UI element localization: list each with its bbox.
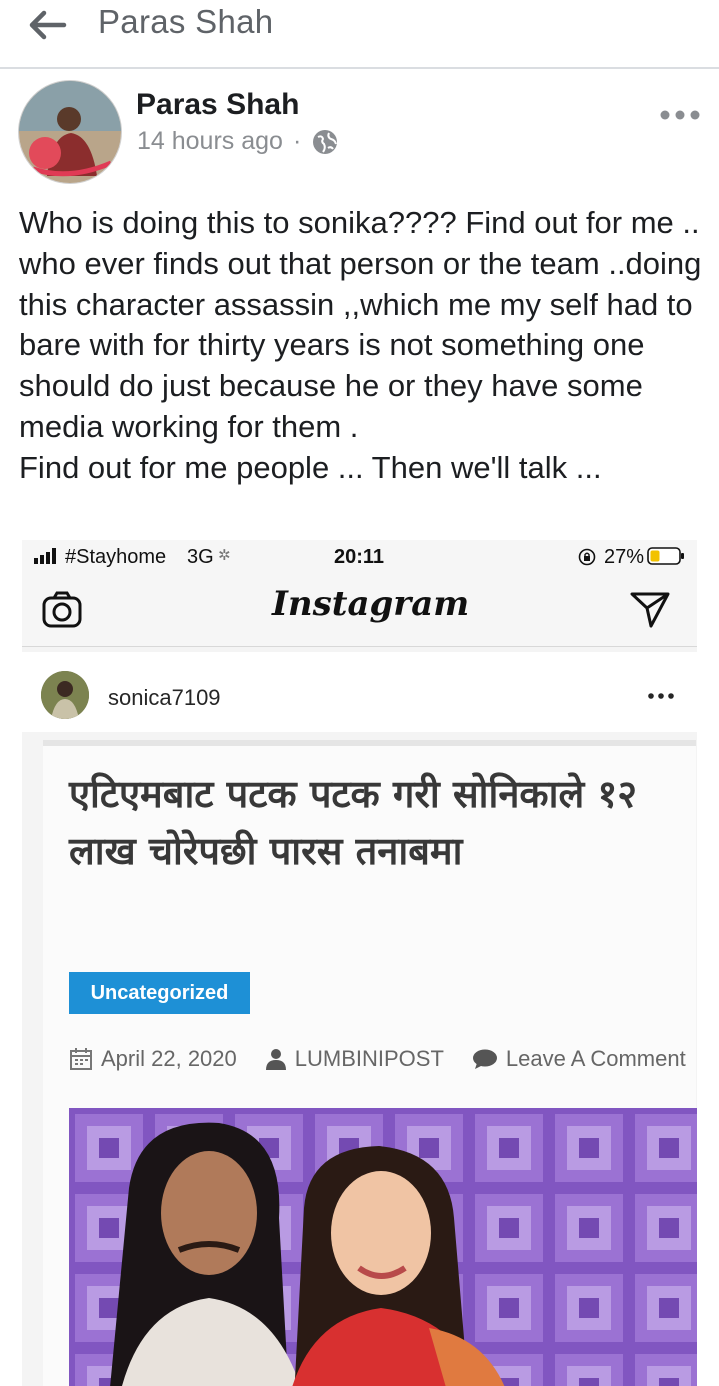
- status-time: 20:11: [334, 546, 385, 568]
- comment-icon: [472, 1049, 497, 1069]
- more-options-icon[interactable]: [660, 108, 700, 122]
- post-paragraph: Find out for me people ... Then we'll ta…: [19, 449, 602, 485]
- ig-user-avatar[interactable]: [41, 671, 89, 719]
- phone-status-bar: #Stayhome 3G ✲ 20:11 27%: [22, 540, 697, 576]
- article-meta: April 22, 2020 LUMBINIPOST Leave A Comme…: [69, 1046, 686, 1072]
- signal-icon: [34, 548, 56, 564]
- direct-message-icon[interactable]: [630, 591, 670, 629]
- post-time[interactable]: 14 hours ago: [137, 127, 283, 156]
- article-author: LUMBINIPOST: [294, 1046, 444, 1071]
- post-meta: 14 hours ago ·: [137, 127, 339, 156]
- article-comment-link: Leave A Comment: [505, 1046, 686, 1071]
- category-badge: Uncategorized: [69, 972, 250, 1014]
- battery-percentage: 27%: [604, 546, 645, 568]
- ig-more-options-icon[interactable]: [648, 692, 674, 700]
- back-arrow-icon[interactable]: [28, 10, 68, 40]
- article-headline: एटिएमबाट पटक पटक गरी सोनिकाले १२ लाख चोर…: [69, 772, 637, 873]
- ig-username[interactable]: sonica7109: [108, 685, 221, 711]
- post-author-name[interactable]: Paras Shah: [136, 88, 299, 122]
- carrier-label: #Stayhome: [65, 546, 167, 568]
- shared-screenshot-image[interactable]: #Stayhome 3G ✲ 20:11 27% Instagram sonic…: [22, 540, 697, 1386]
- loading-spinner-icon: ✲: [218, 547, 231, 564]
- page-title: Paras Shah: [98, 3, 274, 40]
- news-article-image: एटिएमबाट पटक पटक गरी सोनिकाले १२ लाख चोर…: [43, 740, 697, 1386]
- instagram-post-header: sonica7109: [22, 652, 697, 732]
- top-app-bar: Paras Shah: [0, 0, 719, 69]
- user-icon: [265, 1049, 286, 1070]
- battery-icon: [647, 547, 684, 565]
- calendar-icon: [70, 1048, 92, 1070]
- article-date: April 22, 2020: [101, 1046, 237, 1071]
- instagram-logo: Instagram: [272, 584, 470, 624]
- meta-separator: ·: [292, 127, 302, 155]
- post-paragraph: Who is doing this to sonika???? Find out…: [19, 205, 702, 444]
- rotation-lock-icon: [578, 548, 596, 566]
- post-text: Who is doing this to sonika???? Find out…: [19, 203, 709, 489]
- author-avatar[interactable]: [18, 80, 122, 184]
- network-label: 3G: [187, 546, 214, 568]
- instagram-header: Instagram: [22, 576, 697, 647]
- globe-icon: [313, 129, 338, 154]
- camera-icon[interactable]: [42, 590, 82, 630]
- article-photo: [69, 1108, 697, 1386]
